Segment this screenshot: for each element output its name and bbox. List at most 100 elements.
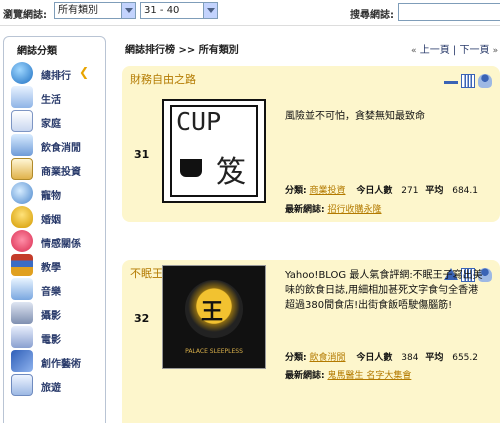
sidebar-item-label: 寵物 [41,191,61,202]
sidebar-item-family[interactable]: 家庭 [7,109,105,133]
heart-icon [11,230,33,252]
average-label: 平均 [425,353,444,363]
cup-icon [180,159,202,177]
sidebar-item-dining[interactable]: 飲食消閒 [7,133,105,157]
sidebar-item-pet[interactable]: 寵物 [7,181,105,205]
thumbnail-char: 王 [201,300,224,325]
sidebar-item-teaching[interactable]: 教學 [7,253,105,277]
category-select[interactable]: 所有類別 [54,2,136,19]
average-value: 684.1 [452,186,478,196]
sidebar-item-life[interactable]: 生活 [7,85,105,109]
sidebar-item-all[interactable]: 總排行 ❮ [7,61,105,85]
pager: « 上一頁 | 下一頁 » [411,41,498,56]
latest-post: 最新網誌: 招行收購永隆 [285,202,382,215]
visitors-value: 271 [401,186,419,196]
breadcrumb: 網誌排行榜 >> 所有類別 [125,45,239,56]
sidebar-item-marriage[interactable]: 婚姻 [7,205,105,229]
latest-label: 最新網誌: [285,371,325,381]
pager-separator: | [452,45,457,56]
rank-number: 32 [134,312,150,325]
sidebar-item-label: 音樂 [41,287,61,298]
average-value: 655.2 [452,353,478,363]
sidebar-item-relationship[interactable]: 情感關係 [7,229,105,253]
books-icon [11,254,33,276]
latest-post: 最新網誌: 鬼馬醫生 名字大集會 [285,368,411,381]
card-toolbar [444,74,494,90]
category-link[interactable]: 商業投資 [309,186,345,196]
visitors-label: 今日人數 [356,186,393,196]
marriage-icon [11,206,33,228]
blog-card: 財務自由之路 31 CUP 笈 風險並不可怕，貪婪無知最致命 分類: 商業投資 … [122,66,500,222]
range-select-value: 31 - 40 [144,5,180,16]
sidebar-item-label: 攝影 [41,311,61,322]
thumbnail-char: 笈 [216,155,246,190]
blog-title[interactable]: 財務自由之路 [130,71,196,87]
sidebar-item-label: 創作藝術 [41,359,81,370]
blog-thumbnail[interactable]: 王 PALACE SLEEPLESS [162,265,266,369]
sidebar-item-label: 飲食消閒 [41,143,81,154]
travel-icon [11,374,33,396]
category-link[interactable]: 飲食消閒 [309,353,345,363]
sidebar-item-travel[interactable]: 旅遊 [7,373,105,397]
category-label: 分類: [285,186,307,196]
sidebar-item-business[interactable]: 商業投資 [7,157,105,181]
user-icon[interactable] [478,74,492,88]
chevron-left-icon: « [411,46,417,56]
chevron-down-icon [121,3,135,18]
art-icon [11,350,33,372]
blog-card: 不眠王宮 32 王 PALACE SLEEPLESS Yahoo!BLOG 最人… [122,260,500,423]
category-label: 分類: [285,353,307,363]
sidebar-item-movie[interactable]: 電影 [7,325,105,349]
chevron-left-icon: ❮ [79,65,90,79]
globe-icon [11,62,33,84]
category-select-value: 所有類別 [58,5,98,16]
average-label: 平均 [425,186,444,196]
sidebar-item-music[interactable]: 音樂 [7,277,105,301]
life-icon [11,86,33,108]
visitors-label: 今日人數 [356,353,393,363]
blog-description: Yahoo!BLOG 最人氣食評網:不眠王子寫出美味的飲食日誌,用細相加甚死文字… [285,270,483,311]
chevron-right-icon: » [492,46,499,56]
sidebar-item-art[interactable]: 創作藝術 [7,349,105,373]
search-input[interactable] [398,3,500,21]
blog-stats: 分類: 飲食消閒 今日人數 384 平均 655.2 [285,350,478,363]
latest-label: 最新網誌: [285,205,325,215]
search-label: 搜尋網誌: [350,10,394,21]
pet-icon [11,182,33,204]
divider [0,25,500,26]
rank-number: 31 [134,148,150,161]
sidebar-item-label: 婚姻 [41,215,61,226]
blog-description: 風險並不可怕，貪婪無知最致命 [285,111,425,122]
camera-icon [11,302,33,324]
sidebar-item-label: 情感關係 [41,239,81,250]
minus-icon[interactable] [444,81,458,84]
chevron-down-icon [203,3,217,18]
sidebar-item-label: 總排行 [41,71,71,82]
sidebar-item-label: 教學 [41,263,61,274]
prev-page-link[interactable]: 上一頁 [420,45,450,56]
sidebar-item-photography[interactable]: 攝影 [7,301,105,325]
business-icon [11,158,33,180]
blog-stats: 分類: 商業投資 今日人數 271 平均 684.1 [285,183,478,196]
thumbnail-text: CUP [176,107,222,136]
next-page-link[interactable]: 下一頁 [459,45,489,56]
latest-post-link[interactable]: 招行收購永隆 [327,205,381,215]
sidebar-title: 網誌分類 [17,46,57,57]
browse-label: 瀏覽網誌: [3,10,47,21]
range-select[interactable]: 31 - 40 [140,2,218,19]
visitors-value: 384 [401,353,419,363]
film-icon [11,326,33,348]
family-icon [11,110,33,132]
thumbnail-frame: CUP 笈 [170,105,258,197]
chart-icon[interactable] [461,74,475,88]
sidebar-item-label: 商業投資 [41,167,81,178]
dining-icon [11,134,33,156]
sidebar-item-label: 家庭 [41,119,61,130]
sidebar-item-label: 旅遊 [41,383,61,394]
music-icon [11,278,33,300]
sidebar-item-label: 生活 [41,95,61,106]
blog-thumbnail[interactable]: CUP 笈 [162,99,266,203]
latest-post-link[interactable]: 鬼馬醫生 名字大集會 [327,371,411,381]
sidebar-item-label: 電影 [41,335,61,346]
thumbnail-text: PALACE SLEEPLESS [185,348,243,355]
